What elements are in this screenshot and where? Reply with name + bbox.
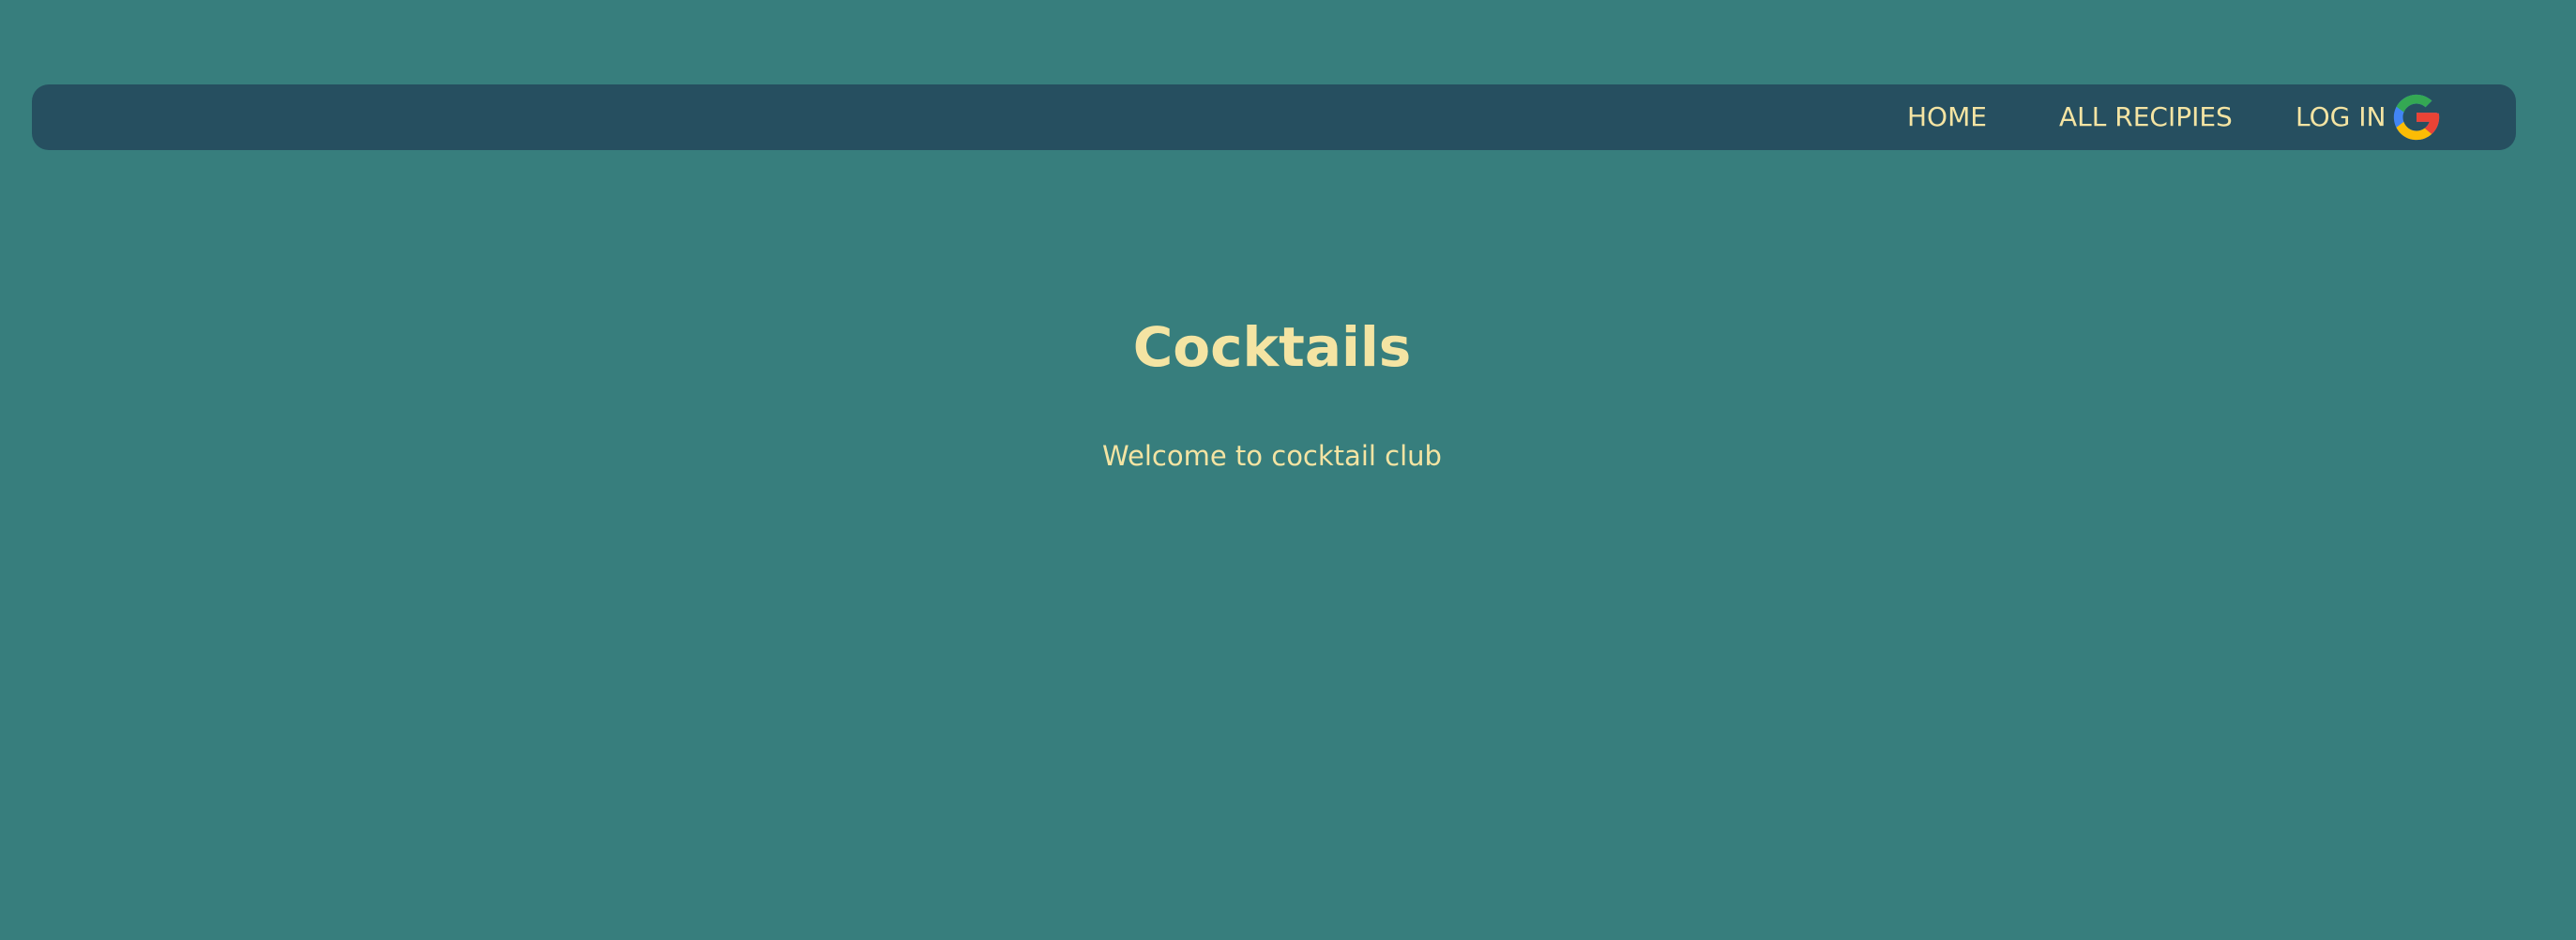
google-icon (2389, 90, 2444, 144)
nav-home-link[interactable]: HOME (1907, 84, 1987, 150)
welcome-text: Welcome to cocktail club (1102, 440, 1442, 472)
nav-all-recipes-link[interactable]: ALL RECIPIES (2059, 84, 2233, 150)
login-button[interactable]: LOG IN (2296, 84, 2444, 150)
login-label: LOG IN (2296, 101, 2387, 132)
page-title: Cocktails (1132, 315, 1412, 379)
top-navbar: HOME ALL RECIPIES LOG IN (32, 84, 2516, 150)
